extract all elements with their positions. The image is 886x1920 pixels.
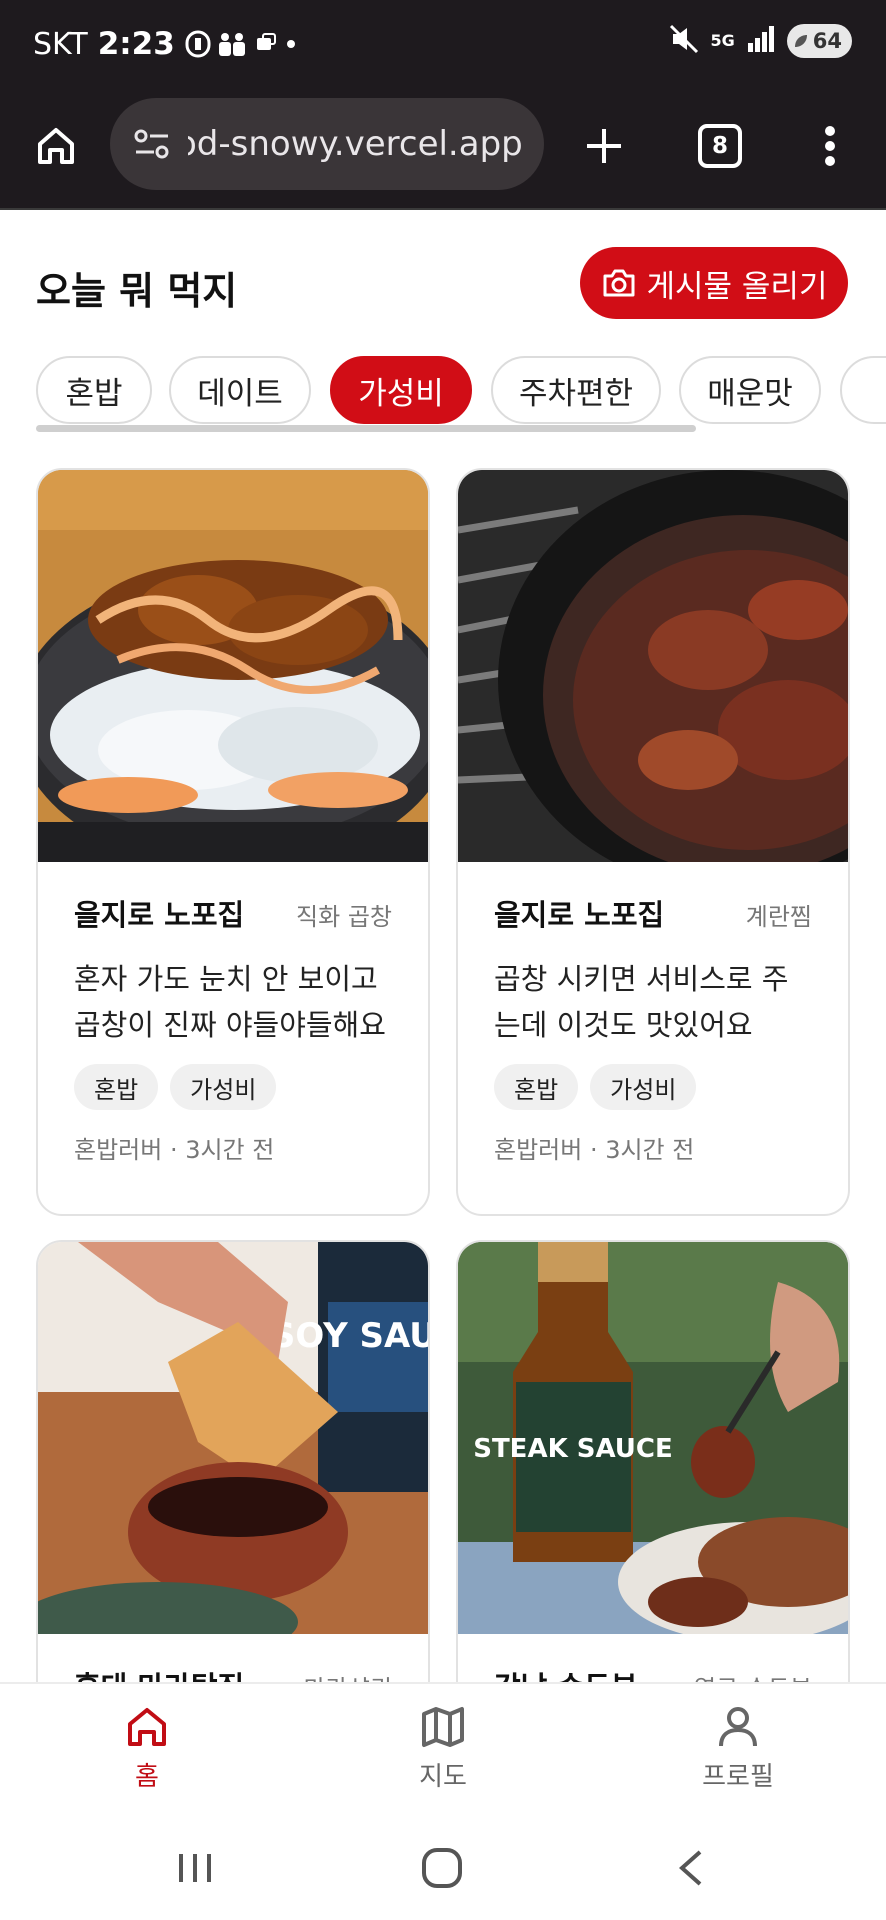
- page-title: 오늘 뭐 먹지: [36, 269, 238, 313]
- post-card[interactable]: 을지로 노포집 계란찜 곱창 시키면 서비스로 주는데 이것도 맛있어요 혼밥 …: [456, 468, 850, 1216]
- system-home-icon[interactable]: [412, 1838, 472, 1898]
- battery-indicator: 64: [786, 24, 852, 58]
- nav-home-label: 홈: [135, 1762, 159, 1792]
- post-description: 혼자 가도 눈치 안 보이고 곱창이 진짜 야들야들해요: [74, 962, 386, 1042]
- nav-profile[interactable]: 프로필: [668, 1704, 808, 1793]
- address-bar[interactable]: od-snowy.vercel.app: [110, 98, 544, 190]
- system-navigation-bar: [0, 1810, 886, 1920]
- home-icon[interactable]: [30, 120, 82, 172]
- post-description: 곱창 시키면 서비스로 주는데 이것도 맛있어요: [494, 962, 789, 1042]
- leaf-icon: [794, 35, 807, 47]
- bottom-navigation: 홈 지도 프로필: [0, 1682, 886, 1810]
- upload-post-button[interactable]: 게시물 올리기: [580, 247, 848, 319]
- restaurant-name: 을지로 노포집: [74, 898, 245, 932]
- mute-icon: [669, 24, 699, 58]
- post-tag[interactable]: 가성비: [170, 1064, 277, 1110]
- new-tab-icon[interactable]: [578, 120, 630, 172]
- notification-icons: [185, 29, 295, 59]
- post-image: STEAK SAUCE: [458, 1242, 848, 1634]
- post-image: SOY SAUCE: [38, 1242, 428, 1634]
- nav-map-label: 지도: [419, 1762, 467, 1792]
- post-meta: 혼밥러버 · 3시간 전: [494, 1136, 695, 1164]
- post-tag[interactable]: 혼밥: [494, 1064, 579, 1110]
- more-menu-icon[interactable]: [812, 120, 848, 172]
- profile-icon: [719, 1707, 757, 1747]
- post-image: [458, 470, 848, 862]
- chip-easy-parking[interactable]: 주차편한: [491, 356, 661, 424]
- chip-spicy[interactable]: 매운맛: [679, 356, 821, 424]
- post-tag[interactable]: 가성비: [590, 1064, 697, 1110]
- post-tag[interactable]: 혼밥: [74, 1064, 159, 1110]
- site-settings-icon[interactable]: [132, 127, 180, 161]
- menu-name: 직화 곱창: [296, 903, 392, 931]
- upload-post-label: 게시물 올리기: [646, 268, 828, 305]
- chip-overflow[interactable]: [840, 356, 886, 424]
- signal-icon: [747, 25, 775, 57]
- chip-value[interactable]: 가성비: [330, 356, 472, 424]
- chip-date[interactable]: 데이트: [169, 356, 311, 424]
- image-label: STEAK SAUCE: [473, 1434, 673, 1464]
- tab-switcher-button[interactable]: 8: [698, 124, 742, 168]
- nav-home[interactable]: 홈: [77, 1704, 217, 1793]
- chips-scrollbar[interactable]: [36, 425, 696, 432]
- back-icon[interactable]: [662, 1838, 722, 1898]
- post-image: [38, 470, 428, 862]
- menu-name: 계란찜: [745, 903, 812, 931]
- camera-icon: [603, 269, 634, 297]
- home-icon: [128, 1708, 166, 1746]
- post-card[interactable]: 을지로 노포집 직화 곱창 혼자 가도 눈치 안 보이고 곱창이 진짜 야들야들…: [36, 468, 430, 1216]
- status-bar: SKT 2:23 5G 64: [0, 0, 886, 90]
- restaurant-name: 을지로 노포집: [494, 898, 665, 932]
- clock: 2:23: [97, 26, 175, 62]
- url-text[interactable]: od-snowy.vercel.app: [188, 124, 528, 164]
- post-meta: 혼밥러버 · 3시간 전: [74, 1136, 275, 1164]
- nav-profile-label: 프로필: [702, 1762, 774, 1792]
- filter-chip-bar: 혼밥 데이트 가성비 주차편한 매운맛: [36, 356, 886, 426]
- nav-map[interactable]: 지도: [373, 1704, 513, 1793]
- image-label: SOY SAUCE: [271, 1316, 428, 1356]
- browser-toolbar: od-snowy.vercel.app 8: [0, 90, 886, 210]
- chip-honbap[interactable]: 혼밥: [36, 356, 152, 424]
- battery-level: 64: [812, 29, 842, 53]
- map-icon: [422, 1707, 464, 1747]
- network-badge: 5G: [710, 31, 735, 50]
- carrier-label: SKT: [33, 26, 88, 62]
- recent-apps-icon[interactable]: [165, 1838, 225, 1898]
